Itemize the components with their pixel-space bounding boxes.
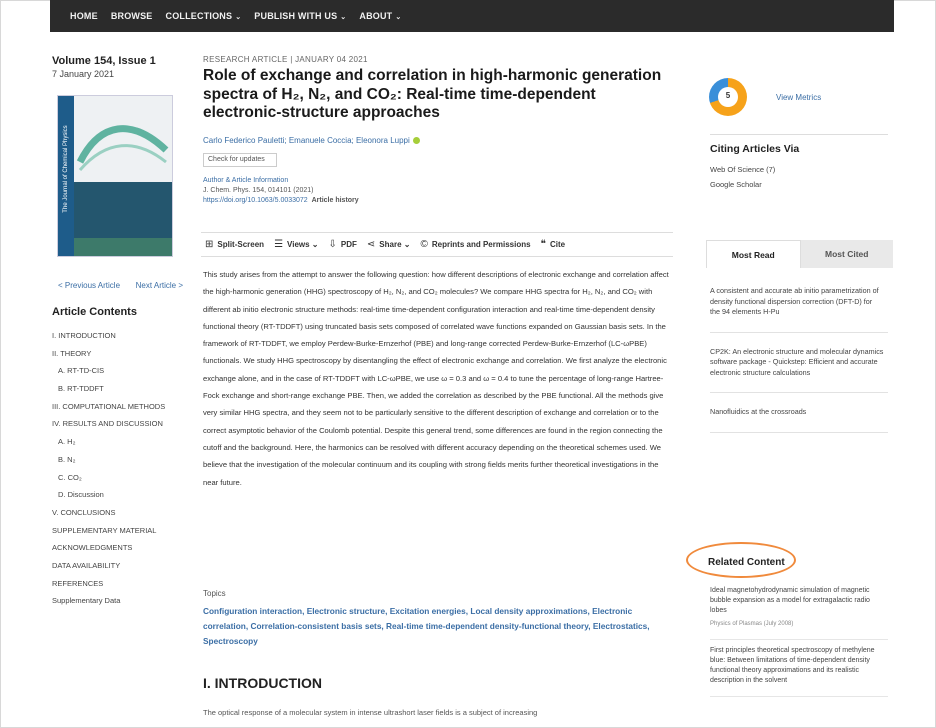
nav-item-label: COLLECTIONS bbox=[165, 11, 233, 21]
doi-link[interactable]: https://doi.org/10.1063/5.0033072 bbox=[203, 197, 308, 204]
article-title: Role of exchange and correlation in high… bbox=[203, 67, 662, 121]
related-item-title[interactable]: Ideal magnetohydrodynamic simulation of … bbox=[710, 586, 888, 616]
next-article-link[interactable]: Next Article > bbox=[136, 281, 183, 290]
related-content-item[interactable]: First principles theoretical spectroscop… bbox=[710, 640, 888, 697]
issue-pagination: < Previous Article Next Article > bbox=[58, 281, 183, 290]
issue-date: 7 January 2021 bbox=[52, 69, 115, 79]
most-read-item[interactable]: Nanofluidics at the crossroads bbox=[710, 393, 888, 433]
related-content-item[interactable]: Ideal magnetohydrodynamic simulation of … bbox=[710, 580, 888, 640]
previous-article-link[interactable]: < Previous Article bbox=[58, 281, 120, 290]
article-contents-list: I. INTRODUCTION II. THEORY A. RT-TD-CIS B. … bbox=[52, 330, 182, 613]
toc-item[interactable]: C. CO₂ bbox=[52, 472, 182, 490]
abstract-text: This study arises from the attempt to an… bbox=[203, 270, 669, 487]
related-item-source: Physics of Plasmas (July 2008) bbox=[710, 621, 794, 627]
nav-item-browse[interactable]: BROWSE bbox=[111, 11, 153, 21]
toc-item[interactable]: D. Discussion bbox=[52, 489, 182, 507]
nav-item-publish-with-us[interactable]: PUBLISH WITH US ⌄ bbox=[254, 11, 346, 21]
article-history-toggle[interactable]: Article history bbox=[312, 197, 359, 204]
section-first-line: The optical response of a molecular syst… bbox=[203, 708, 538, 717]
nav-item-collections[interactable]: COLLECTIONS ⌄ bbox=[166, 11, 242, 21]
chevron-down-icon: ⌄ bbox=[340, 14, 347, 21]
nav-item-home[interactable]: HOME bbox=[70, 11, 98, 21]
toolbar-label: Split-Screen bbox=[217, 240, 265, 249]
nav-item-label: PUBLISH WITH US bbox=[254, 11, 338, 21]
tab-most-cited[interactable]: Most Cited bbox=[800, 240, 893, 268]
toolbar-label: PDF bbox=[340, 240, 357, 249]
most-read-item[interactable]: A consistent and accurate ab initio para… bbox=[710, 272, 888, 333]
orcid-icon[interactable] bbox=[412, 137, 420, 145]
altmetric-donut-icon[interactable]: 5 bbox=[709, 78, 747, 116]
pdf-icon: ⇩ bbox=[328, 239, 337, 250]
citation-line: J. Chem. Phys. 154, 014101 (2021) bbox=[203, 187, 314, 194]
author-list[interactable]: Carlo Federico Pauletti; Emanuele Coccia… bbox=[203, 136, 420, 145]
toc-item[interactable]: A. H₂ bbox=[52, 436, 182, 454]
sidebar-tabs: Most Read Most Cited bbox=[706, 240, 893, 268]
cite-button[interactable]: ❝ Cite bbox=[541, 239, 566, 250]
views-icon: ☰ bbox=[274, 239, 284, 250]
author-info-link[interactable]: Author & Article Information bbox=[203, 177, 288, 184]
web-of-science-link[interactable]: Web Of Science (7) bbox=[710, 165, 888, 174]
nav-item-label: BROWSE bbox=[110, 11, 153, 21]
toc-item[interactable]: B. N₂ bbox=[52, 454, 182, 472]
cover-band-lower bbox=[74, 238, 172, 256]
toc-item[interactable]: III. COMPUTATIONAL METHODS bbox=[52, 401, 182, 419]
related-content-list: Ideal magnetohydrodynamic simulation of … bbox=[710, 580, 888, 697]
check-for-updates-button[interactable]: Check for updates bbox=[203, 153, 277, 167]
nav-item-label: ABOUT bbox=[359, 11, 393, 21]
toc-item[interactable]: I. INTRODUCTION bbox=[52, 330, 182, 348]
article-toolbar: ⊞ Split-Screen ☰ Views ⌄ ⇩ PDF ⋖ Share ⌄ © Reprin… bbox=[201, 232, 673, 257]
section-heading: I. INTRODUCTION bbox=[203, 675, 322, 691]
pdf-button[interactable]: ⇩ PDF bbox=[329, 239, 357, 250]
cover-band bbox=[74, 182, 172, 238]
toc-item[interactable]: A. RT-TD-CIS bbox=[52, 365, 182, 383]
toc-item[interactable]: SUPPLEMENTARY MATERIAL bbox=[52, 525, 182, 543]
split-screen-button[interactable]: ⊞ Split-Screen bbox=[205, 239, 264, 250]
article-type-date: RESEARCH ARTICLE | JANUARY 04 2021 bbox=[203, 55, 368, 64]
top-navigation-bar: HOME BROWSE COLLECTIONS ⌄ PUBLISH WITH US ⌄ AB… bbox=[50, 0, 894, 32]
share-button[interactable]: ⋖ Share ⌄ bbox=[367, 239, 411, 250]
toc-item[interactable]: IV. RESULTS AND DISCUSSION bbox=[52, 418, 182, 436]
nav-item-about[interactable]: ABOUT ⌄ bbox=[359, 11, 401, 21]
related-content-title: Related Content bbox=[708, 557, 785, 568]
toolbar-label: Cite bbox=[549, 240, 566, 249]
nav-item-label: HOME bbox=[70, 11, 98, 21]
reprints-button[interactable]: © Reprints and Permissions bbox=[420, 239, 530, 250]
journal-cover-image[interactable]: The Journal of Chemical Physics bbox=[57, 95, 173, 257]
toc-item[interactable]: REFERENCES bbox=[52, 578, 182, 596]
tab-most-read[interactable]: Most Read bbox=[706, 240, 801, 268]
toolbar-label: Views ⌄ bbox=[287, 240, 319, 249]
authors-text[interactable]: Carlo Federico Pauletti; Emanuele Coccia… bbox=[203, 136, 410, 145]
related-item-title[interactable]: First principles theoretical spectroscop… bbox=[710, 646, 888, 686]
toc-item[interactable]: DATA AVAILABILITY bbox=[52, 560, 182, 578]
cover-spine: The Journal of Chemical Physics bbox=[58, 96, 74, 256]
chevron-down-icon: ⌄ bbox=[235, 14, 242, 21]
toolbar-label: Reprints and Permissions bbox=[431, 240, 531, 249]
split-screen-icon: ⊞ bbox=[205, 239, 214, 250]
cover-wave-graphic bbox=[76, 125, 169, 171]
topics-links[interactable]: Configuration interaction, Electronic st… bbox=[203, 604, 663, 649]
toc-item[interactable]: B. RT-TDDFT bbox=[52, 383, 182, 401]
share-icon: ⋖ bbox=[366, 239, 376, 250]
citing-articles-panel: Citing Articles Via Web Of Science (7) G… bbox=[710, 134, 888, 189]
topics-label: Topics bbox=[203, 589, 226, 598]
chevron-down-icon: ⌄ bbox=[395, 14, 402, 21]
article-contents-title: Article Contents bbox=[52, 306, 137, 318]
google-scholar-link[interactable]: Google Scholar bbox=[710, 180, 888, 189]
toolbar-label: Share ⌄ bbox=[379, 240, 411, 249]
toc-item[interactable]: ACKNOWLEDGMENTS bbox=[52, 542, 182, 560]
issue-volume[interactable]: Volume 154, Issue 1 bbox=[52, 55, 156, 67]
most-read-list: A consistent and accurate ab initio para… bbox=[710, 272, 888, 433]
citing-articles-title: Citing Articles Via bbox=[710, 143, 800, 155]
most-read-item[interactable]: CP2K: An electronic structure and molecu… bbox=[710, 333, 888, 393]
article-meta: Author & Article Information J. Chem. Ph… bbox=[203, 176, 359, 206]
reprints-icon: © bbox=[420, 239, 428, 250]
cite-icon: ❝ bbox=[540, 239, 546, 250]
altmetric-score: 5 bbox=[725, 91, 731, 100]
toc-item[interactable]: II. THEORY bbox=[52, 348, 182, 366]
toc-item[interactable]: V. CONCLUSIONS bbox=[52, 507, 182, 525]
view-metrics-link[interactable]: View Metrics bbox=[776, 93, 821, 102]
views-button[interactable]: ☰ Views ⌄ bbox=[274, 239, 318, 250]
cover-label: The Journal of Chemical Physics bbox=[63, 125, 69, 213]
toc-item[interactable]: Supplementary Data bbox=[52, 595, 182, 613]
